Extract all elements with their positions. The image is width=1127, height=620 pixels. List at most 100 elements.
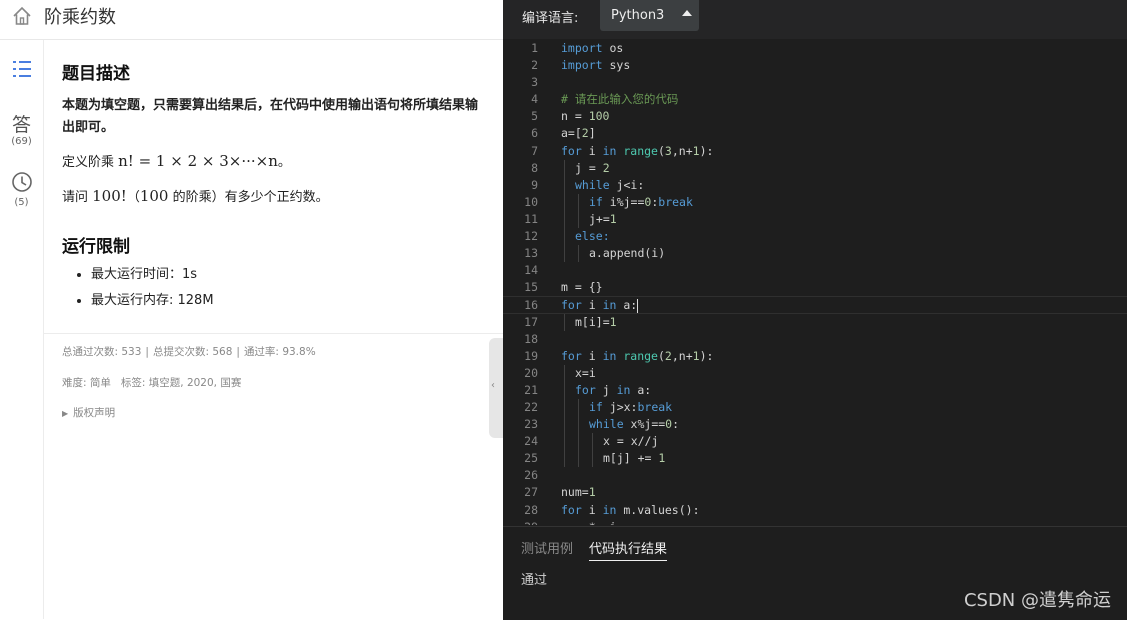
description-heading: 题目描述 (62, 64, 130, 84)
problem-pane: 阶乘约数 答 (69) (5) 题目描述 本题为填空题，只需要算出结果后，在代码… (0, 0, 503, 619)
line-number: 3 (531, 75, 538, 90)
code-token: 1 (588, 485, 596, 500)
code-token: 1 (609, 211, 617, 226)
indent-guide (592, 450, 593, 468)
collapse-handle[interactable]: ‹ (489, 338, 503, 438)
chevron-left-icon: ‹ (491, 380, 495, 391)
indent-guide (564, 313, 565, 331)
code-line: 20 x=i (503, 364, 1127, 382)
line-number: 4 (531, 92, 538, 107)
tab-test-cases[interactable]: 测试用例 (521, 538, 573, 557)
code-token: x=i (575, 365, 596, 380)
line-number: 23 (524, 417, 538, 432)
code-token: * i (561, 519, 617, 525)
code-token: j (595, 382, 617, 397)
list-icon (12, 61, 31, 77)
language-value: Python3 (611, 8, 665, 23)
line-number: 1 (531, 41, 538, 55)
indent-guide (564, 398, 565, 417)
code-line: 25 m[j] += 1 (503, 450, 1127, 468)
line-number: 29 (503, 519, 538, 525)
code-token: j+= (589, 211, 610, 226)
editor-header: 编译语言: Python3 (503, 0, 1127, 39)
stat-rate: 通过率: 93.8% (243, 346, 316, 358)
code-token: a: (630, 382, 652, 397)
tab-execution-result[interactable]: 代码执行结果 (589, 538, 668, 561)
code-token: m[j] += (603, 451, 659, 466)
code-token: 1 (609, 314, 617, 329)
code-editor[interactable]: 1 import os 2 import sys 3 4 # 请在此输入您的代码 5 n… (503, 40, 1127, 525)
code-token: m.values(): (616, 502, 700, 517)
code-line: 22 if j>x:break (503, 398, 1127, 417)
line-number: 13 (524, 246, 538, 261)
code-line: 3 (503, 74, 1127, 91)
limits-list: 最大运行时间：1s 最大运行内存: 128M (62, 266, 214, 318)
code-token: import (561, 41, 603, 55)
code-token: else: (575, 229, 610, 244)
definition-suffix: 。 (277, 155, 291, 170)
caret-right-icon: ▶ (62, 409, 69, 418)
code-line: 26 (503, 467, 1127, 484)
code-token: range (623, 348, 658, 363)
code-token: a: (616, 298, 638, 313)
question-math-2: 100 (139, 187, 169, 205)
code-token: ,n+ (671, 143, 693, 158)
code-token: j>x: (602, 399, 638, 414)
code-line: 28 for i in m.values(): (503, 502, 1127, 519)
line-number: 9 (531, 177, 538, 192)
line-number: 22 (524, 399, 538, 414)
code-token: for (561, 348, 582, 363)
line-number: 10 (524, 194, 538, 209)
code-line: 13 a.append(i) (503, 245, 1127, 263)
code-line: 18 (503, 331, 1127, 348)
code-token: break (637, 399, 673, 414)
indent-guide (564, 450, 565, 468)
code-line: 12 else: (503, 228, 1127, 246)
limits-heading: 运行限制 (62, 237, 130, 257)
code-token: for (561, 143, 582, 158)
description-tab[interactable] (0, 58, 43, 84)
indent-guide (578, 450, 579, 468)
question-prefix: 请问 (62, 190, 93, 205)
code-token: 100 (588, 109, 610, 124)
code-token: : (672, 417, 680, 432)
code-line: 19 for i in range(2,n+1): (503, 348, 1127, 365)
stat-passed: 总通过次数: 533 (62, 346, 142, 358)
watermark: CSDN @遣隽命运 (963, 590, 1111, 611)
indent-guide (578, 245, 579, 263)
language-select[interactable]: Python3 (600, 0, 699, 31)
limit-time: 最大运行时间：1s (91, 266, 214, 283)
code-token: 3 (664, 143, 672, 158)
line-number: 18 (524, 331, 538, 346)
indent-guide (578, 398, 579, 417)
indent-guide (578, 193, 579, 211)
code-token: x%j== (623, 417, 666, 432)
indent-guide (564, 193, 565, 211)
definition-prefix: 定义阶乘 (62, 155, 119, 170)
code-token: ] (588, 126, 596, 141)
code-token: in (616, 382, 631, 397)
indent-guide (564, 416, 565, 434)
code-token: break (658, 194, 693, 209)
answers-tab[interactable]: 答 (69) (0, 114, 43, 147)
problem-question: 请问 100!（100 的阶乘）有多少个正约数。 (62, 186, 329, 205)
code-line: 23 while x%j==0: (503, 416, 1127, 434)
definition-math: n! = 1 × 2 × 3×···×n (118, 152, 278, 170)
code-token: 1 (692, 143, 700, 158)
code-line: 5 n = 100 (503, 108, 1127, 125)
question-mid: （ (126, 190, 140, 205)
code-token: a=[ (561, 126, 582, 141)
code-token: i (581, 298, 603, 313)
line-number: 16 (524, 298, 538, 313)
copyright-toggle[interactable]: ▶ 版权声明 (62, 405, 115, 420)
answers-count: (69) (11, 136, 32, 147)
code-token: while (575, 177, 610, 192)
code-line: 2 import sys (503, 57, 1127, 74)
history-tab[interactable]: (5) (0, 171, 43, 208)
page-title: 阶乘约数 (44, 7, 116, 28)
line-number: 21 (524, 382, 538, 397)
home-icon[interactable] (11, 5, 33, 27)
code-token: m[i]= (575, 314, 610, 329)
indent-guide (564, 245, 565, 263)
line-number: 28 (524, 502, 538, 517)
